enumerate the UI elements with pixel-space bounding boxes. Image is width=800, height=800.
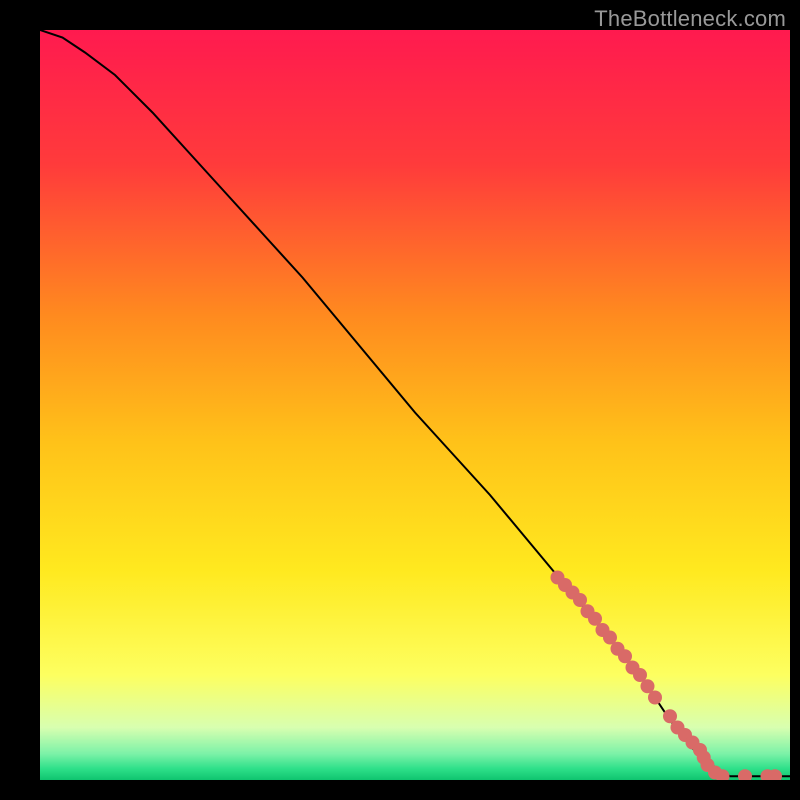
plot-area — [40, 30, 790, 780]
marker-dot — [648, 691, 662, 705]
watermark-text: TheBottleneck.com — [594, 6, 786, 32]
chart-svg — [40, 30, 790, 780]
chart-background — [40, 30, 790, 780]
